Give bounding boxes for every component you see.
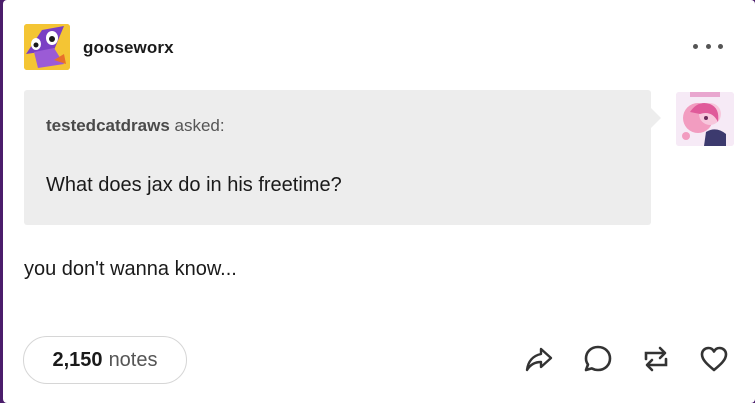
like-button[interactable]	[697, 342, 731, 376]
ask-box: testedcatdraws asked: What does jax do i…	[24, 90, 651, 225]
reply-button[interactable]	[581, 342, 615, 376]
reply-icon	[584, 345, 612, 372]
ask-question: What does jax do in his freetime?	[46, 174, 342, 196]
share-button[interactable]	[522, 342, 556, 376]
notes-label: notes	[108, 348, 158, 371]
ask-box-tail	[651, 108, 661, 128]
reblog-button[interactable]	[639, 342, 673, 376]
answer-text: you don't wanna know...	[24, 258, 237, 280]
more-options-icon-dot	[705, 43, 711, 49]
asker-name-link[interactable]: testedcatdraws	[46, 116, 170, 135]
more-options-button[interactable]	[693, 36, 723, 56]
notes-button[interactable]: 2,150 notes	[23, 336, 187, 384]
blog-avatar[interactable]	[24, 24, 70, 70]
share-icon	[525, 347, 553, 372]
asker-line: testedcatdraws asked:	[46, 116, 225, 136]
post-card: gooseworx testedcatdraws asked: What doe…	[3, 0, 755, 403]
more-options-icon	[693, 43, 698, 49]
heart-icon	[700, 346, 728, 372]
asked-label: asked:	[174, 116, 225, 135]
notes-count: 2,150	[52, 348, 103, 371]
blog-avatar-image	[24, 24, 70, 70]
asker-avatar-image	[676, 92, 734, 146]
blog-name-link[interactable]: gooseworx	[83, 38, 174, 58]
reblog-icon	[644, 346, 668, 372]
more-options-icon-dot	[718, 43, 723, 49]
asker-avatar[interactable]	[676, 92, 734, 146]
